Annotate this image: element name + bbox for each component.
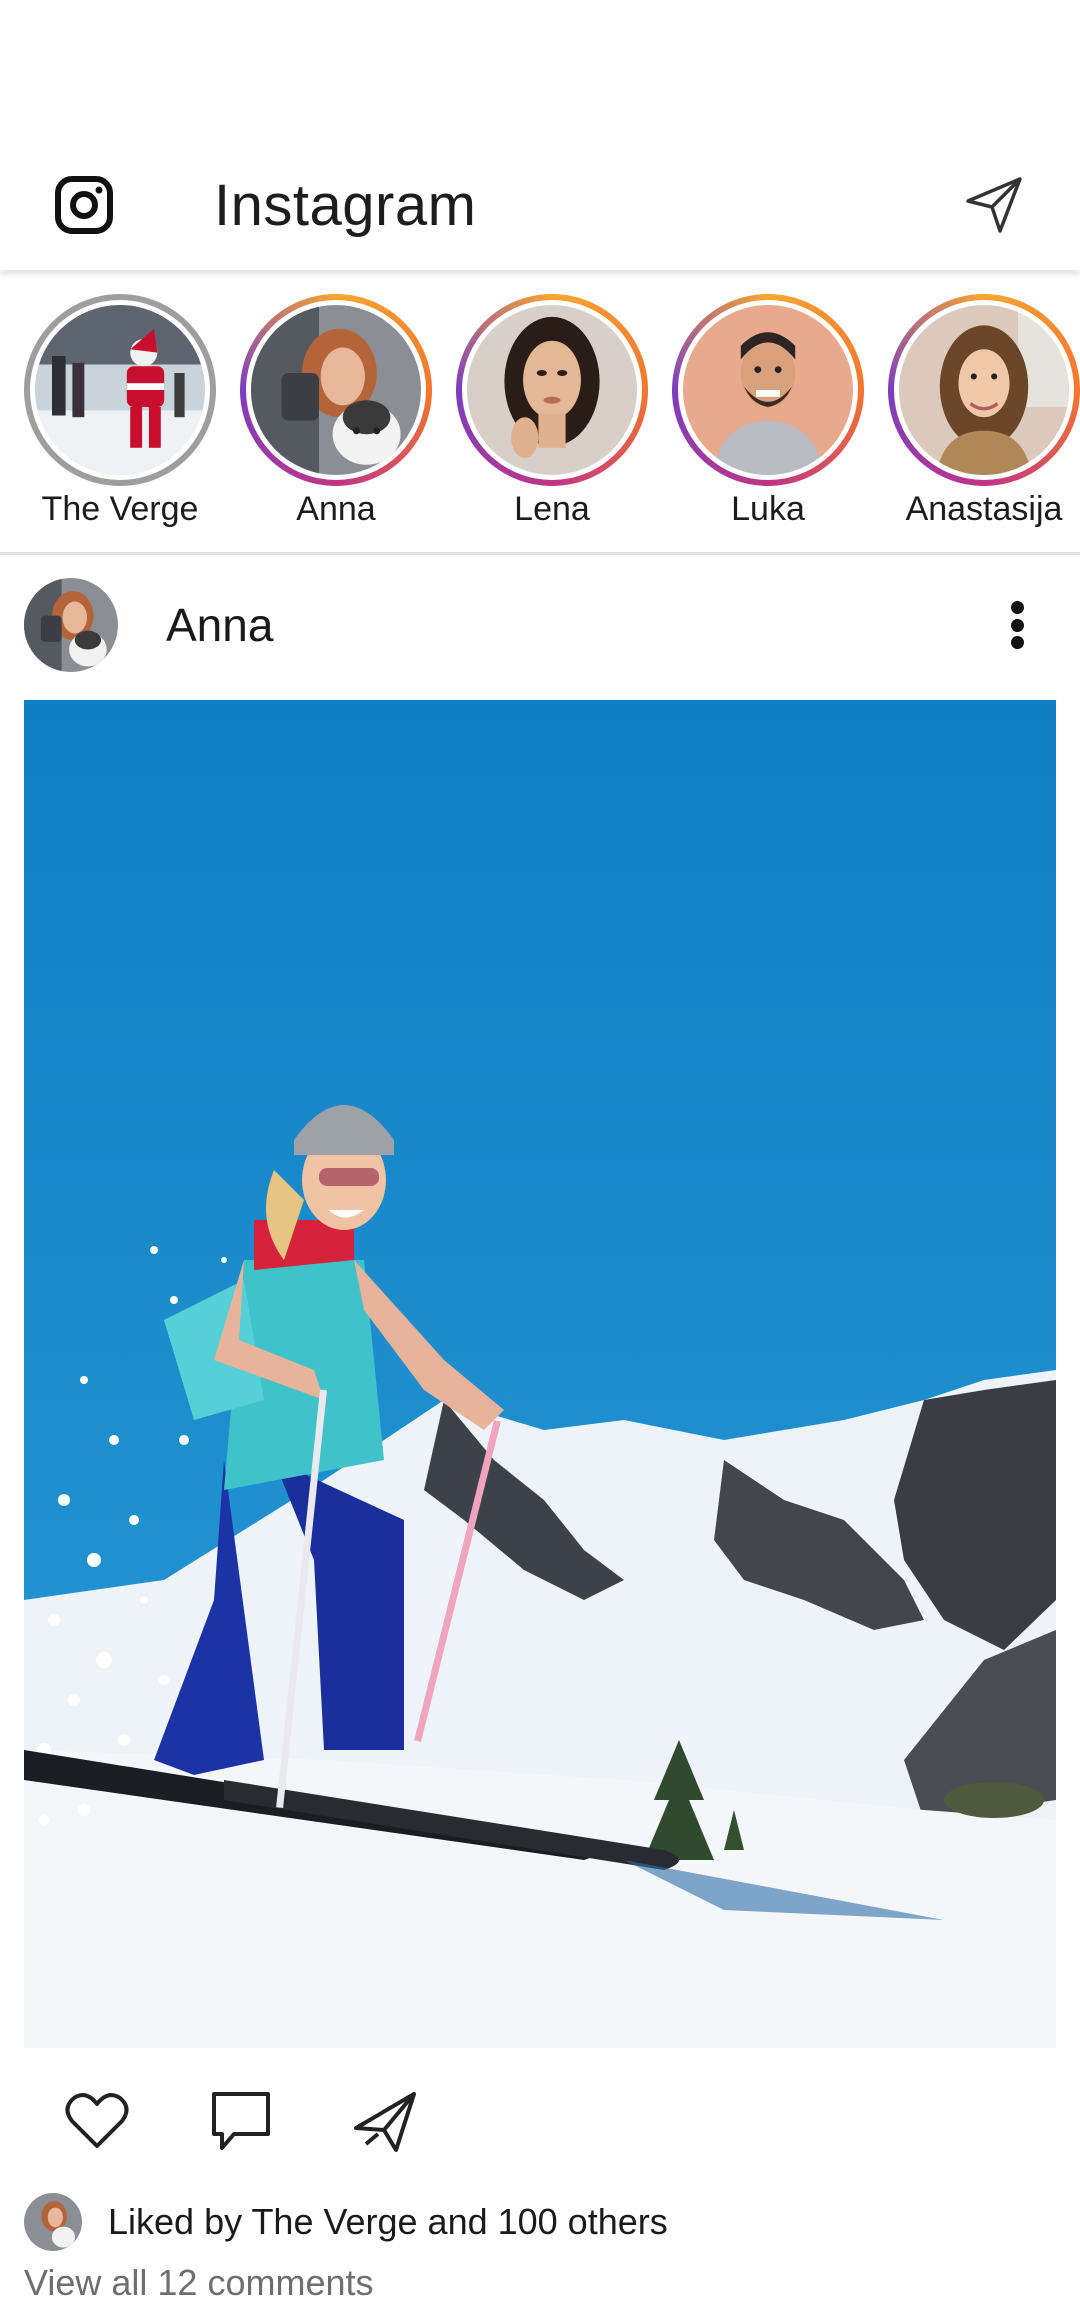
story-avatar bbox=[683, 305, 853, 475]
post-actions bbox=[0, 2080, 1080, 2160]
skier-photo bbox=[24, 700, 1056, 2048]
story-ring bbox=[456, 294, 648, 486]
like-heart-icon[interactable] bbox=[64, 2088, 130, 2154]
more-options-icon[interactable] bbox=[1002, 595, 1032, 655]
avatar-image bbox=[251, 305, 421, 475]
avatar-image bbox=[467, 305, 637, 475]
story-ring bbox=[24, 294, 216, 486]
status-bar-area bbox=[0, 0, 1080, 140]
direct-messages-icon[interactable] bbox=[962, 173, 1026, 237]
share-paper-plane-icon[interactable] bbox=[352, 2088, 418, 2154]
story-avatar bbox=[35, 305, 205, 475]
post-author-name[interactable]: Anna bbox=[166, 598, 273, 652]
story-the-verge[interactable]: The Verge bbox=[20, 294, 220, 529]
story-ring bbox=[888, 294, 1080, 486]
instagram-logo-icon[interactable] bbox=[54, 175, 114, 235]
avatar-image bbox=[24, 578, 118, 672]
likes-summary: Liked by The Verge and 100 others bbox=[24, 2192, 668, 2252]
story-avatar bbox=[251, 305, 421, 475]
likes-text[interactable]: Liked by The Verge and 100 others bbox=[108, 2201, 668, 2243]
story-ring bbox=[672, 294, 864, 486]
post-photo[interactable] bbox=[24, 700, 1056, 2048]
story-ring bbox=[240, 294, 432, 486]
story-luka[interactable]: Luka bbox=[668, 294, 868, 529]
story-avatar bbox=[467, 305, 637, 475]
avatar-image bbox=[683, 305, 853, 475]
avatar-image bbox=[35, 305, 205, 475]
view-comments-link[interactable]: View all 12 comments bbox=[24, 2262, 374, 2304]
story-avatar bbox=[899, 305, 1069, 475]
avatar-image bbox=[899, 305, 1069, 475]
story-label: Luka bbox=[731, 490, 805, 528]
story-label: The Verge bbox=[41, 490, 199, 528]
app-title: Instagram bbox=[214, 172, 477, 238]
story-lena[interactable]: Lena bbox=[452, 294, 652, 529]
post-header: Anna bbox=[0, 575, 1080, 675]
liker-avatar bbox=[24, 2193, 82, 2251]
comment-bubble-icon[interactable] bbox=[208, 2088, 274, 2154]
story-anastasija[interactable]: Anastasija bbox=[884, 294, 1080, 529]
story-anna[interactable]: Anna bbox=[236, 294, 436, 529]
story-label: Anastasija bbox=[905, 490, 1063, 528]
top-app-bar: Instagram bbox=[0, 140, 1080, 270]
story-label: Lena bbox=[514, 490, 590, 528]
stories-tray: The Verge Anna Lena Luka Anastasija bbox=[0, 270, 1080, 555]
story-label: Anna bbox=[296, 490, 376, 528]
post-author-avatar[interactable] bbox=[24, 578, 118, 672]
